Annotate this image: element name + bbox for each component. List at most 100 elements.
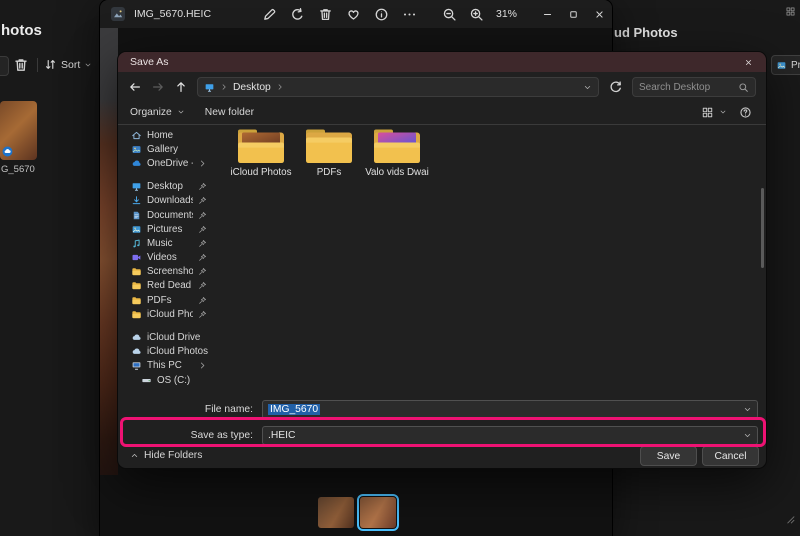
sidebar-item-label: Videos	[147, 252, 193, 263]
sidebar-item-music[interactable]: Music	[118, 236, 212, 250]
filmstrip-thumb-selected[interactable]	[360, 497, 396, 528]
sidebar-item-label: Desktop	[147, 181, 193, 192]
save-button[interactable]: Save	[640, 446, 697, 466]
more-options-icon[interactable]	[402, 7, 417, 22]
chevron-down-icon	[84, 61, 92, 69]
folder-icon	[131, 295, 142, 306]
refresh-icon[interactable]	[608, 80, 623, 95]
sidebar-item-icloud-photos[interactable]: iCloud Photos	[118, 307, 212, 321]
save-as-type-row: Save as type: .HEIC	[118, 424, 766, 446]
cancel-button[interactable]: Cancel	[702, 446, 759, 466]
file-name-value: IMG_5670	[268, 404, 320, 415]
dialog-sidebar: Home GalleryOneDrive - Perso Desktop Downlo…	[118, 123, 212, 395]
preview-button-partial[interactable]: Pre	[771, 55, 800, 75]
dialog-toolbar: Organize New folder	[118, 100, 766, 125]
viewer-toolbar	[262, 0, 417, 28]
sidebar-item-label: iCloud Photos	[147, 346, 212, 357]
back-icon[interactable]	[128, 80, 142, 94]
address-bar[interactable]: Desktop	[197, 77, 599, 97]
sidebar-item-this-pc[interactable]: This PC	[118, 359, 212, 373]
sidebar-item-home[interactable]: Home	[118, 128, 212, 142]
dialog-close-button[interactable]	[730, 52, 766, 72]
folder-icon	[131, 280, 142, 291]
sort-arrows-icon	[44, 58, 57, 71]
file-name-input[interactable]: IMG_5670	[262, 400, 758, 419]
sidebar-item-label: Downloads	[147, 195, 193, 206]
pin-icon	[198, 310, 207, 319]
desktop-icon	[131, 181, 142, 192]
minimize-icon	[542, 9, 553, 20]
grid-icon[interactable]	[785, 6, 796, 17]
icloud-icon	[131, 346, 142, 357]
up-icon[interactable]	[174, 80, 188, 94]
file-tile-icloud-photos[interactable]: iCloud Photos	[224, 127, 298, 178]
sidebar-item-downloads[interactable]: Downloads	[118, 194, 212, 208]
gallery-thumbnail-label: G_5670	[1, 164, 35, 175]
icloud-photos-header-partial: ud Photos	[614, 25, 678, 40]
file-tile-label: Valo vids Dwai	[360, 167, 434, 178]
viewer-titlebar[interactable]: IMG_5670.HEIC 31%	[100, 0, 612, 28]
forward-icon[interactable]	[151, 80, 165, 94]
pc-icon	[131, 360, 142, 371]
minimize-button[interactable]	[534, 0, 560, 28]
sort-button[interactable]: Sort	[44, 55, 92, 74]
sort-label: Sort	[61, 59, 80, 71]
breadcrumb-desktop[interactable]: Desktop	[233, 82, 271, 93]
rotate-icon[interactable]	[290, 7, 305, 22]
window-controls	[534, 0, 612, 28]
gallery-thumbnail[interactable]	[0, 101, 37, 160]
sidebar-item-pictures[interactable]: Pictures	[118, 222, 212, 236]
file-tile-label: PDFs	[292, 167, 366, 178]
sidebar-item-icloud-drive[interactable]: iCloud Drive	[118, 330, 212, 344]
chevron-down-icon[interactable]	[583, 83, 592, 92]
folder-icon	[224, 127, 298, 165]
maximize-button[interactable]	[560, 0, 586, 28]
organize-button[interactable]: Organize	[130, 107, 185, 118]
close-button[interactable]	[586, 0, 612, 28]
sidebar-item-screenshots[interactable]: Screenshots	[118, 265, 212, 279]
view-options-button[interactable]	[701, 106, 727, 119]
sidebar-item-documents[interactable]: Documents	[118, 208, 212, 222]
sidebar-item-gallery[interactable]: Gallery	[118, 142, 212, 156]
sidebar-item-desktop[interactable]: Desktop	[118, 180, 212, 194]
chevron-right-icon[interactable]	[276, 83, 284, 91]
sidebar-item-videos[interactable]: Videos	[118, 251, 212, 265]
sidebar-item-label: iCloud Photos	[147, 309, 193, 320]
zoom-level[interactable]: 31%	[496, 8, 517, 20]
sidebar-item-red-dead-redemp[interactable]: Red Dead Redemp	[118, 279, 212, 293]
file-tile-valo-vids-dwai[interactable]: Valo vids Dwai	[360, 127, 434, 178]
sidebar-item-onedrive-perso[interactable]: OneDrive - Perso	[118, 156, 212, 170]
delete-icon[interactable]	[318, 7, 333, 22]
filmstrip-thumb[interactable]	[318, 497, 354, 528]
sidebar-item-icloud-photos[interactable]: iCloud Photos	[118, 345, 212, 359]
info-icon[interactable]	[374, 7, 389, 22]
zoom-out-icon[interactable]	[442, 7, 457, 22]
viewer-zoom-controls: 31%	[442, 0, 517, 28]
delete-icon[interactable]	[13, 57, 29, 73]
chevron-down-icon[interactable]	[743, 405, 752, 414]
dialog-titlebar[interactable]: Save As	[118, 52, 766, 72]
search-input[interactable]: Search Desktop	[632, 77, 756, 97]
partial-toolbar-button[interactable]	[0, 56, 9, 76]
sidebar-item-label: Gallery	[147, 144, 212, 155]
chevron-down-icon[interactable]	[743, 431, 752, 440]
toolbar-right	[701, 106, 752, 119]
search-icon	[738, 82, 749, 93]
edit-icon[interactable]	[262, 7, 277, 22]
save-as-type-select[interactable]: .HEIC	[262, 426, 758, 445]
file-tile-pdfs[interactable]: PDFs	[292, 127, 366, 178]
resize-grip-icon[interactable]	[783, 512, 797, 526]
hide-folders-button[interactable]: Hide Folders	[130, 450, 202, 461]
file-name-row: File name: IMG_5670	[118, 398, 766, 420]
sidebar-item-os-c[interactable]: OS (C:)	[118, 373, 212, 387]
desktop-icon	[204, 82, 215, 93]
sidebar-item-label: Screenshots	[147, 266, 193, 277]
sidebar-item-pdfs[interactable]: PDFs	[118, 293, 212, 307]
sidebar-item-label: Pictures	[147, 224, 193, 235]
zoom-in-icon[interactable]	[469, 7, 484, 22]
new-folder-button[interactable]: New folder	[205, 107, 254, 118]
help-icon[interactable]	[739, 106, 752, 119]
videos-icon	[131, 252, 142, 263]
chevron-down-icon	[177, 108, 185, 116]
favorite-heart-icon[interactable]	[346, 7, 361, 22]
